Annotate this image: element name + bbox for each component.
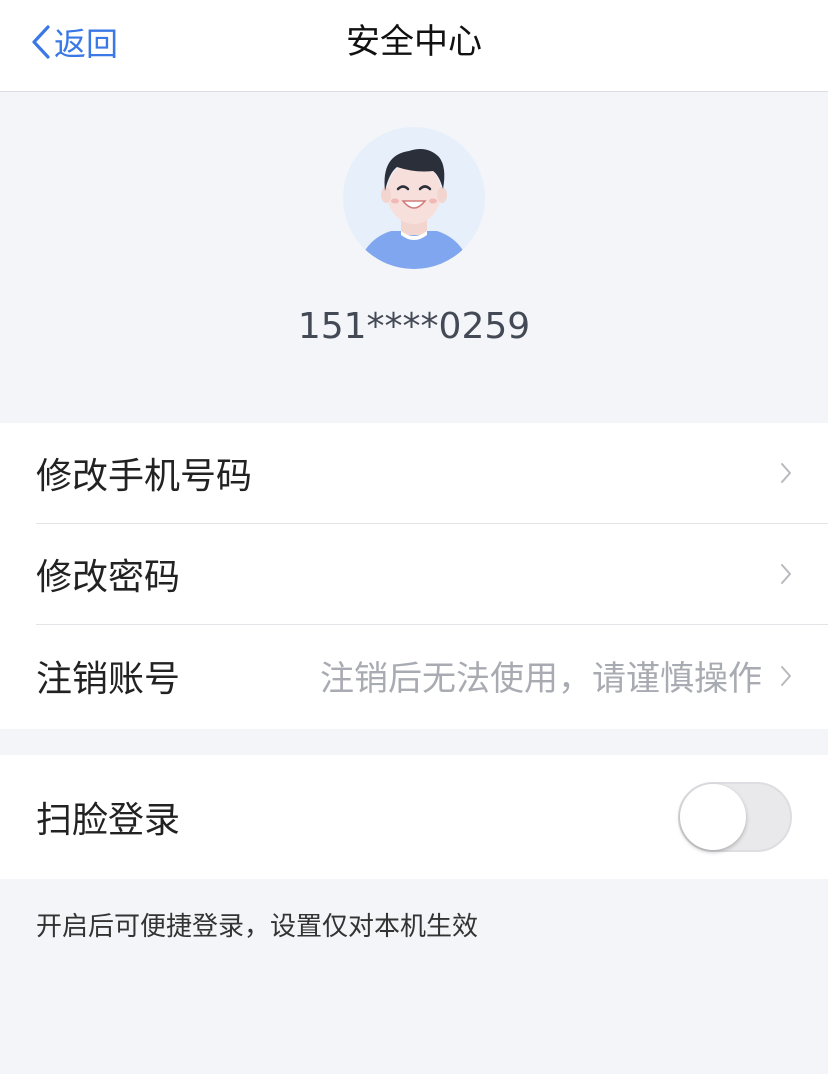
change-password-row[interactable]: 修改密码 xyxy=(36,524,828,625)
change-phone-row[interactable]: 修改手机号码 xyxy=(36,423,828,524)
page-title: 安全中心 xyxy=(346,22,482,62)
chevron-right-icon xyxy=(781,665,791,686)
face-login-label: 扫脸登录 xyxy=(36,800,181,841)
change-phone-label: 修改手机号码 xyxy=(36,456,253,497)
face-login-row: 扫脸登录 xyxy=(36,755,828,879)
account-settings-list: 修改手机号码 修改密码 注销账号 注销后无法使用，请谨慎操作 xyxy=(0,423,828,729)
face-login-note: 开启后可便捷登录，设置仅对本机生效 xyxy=(36,912,479,942)
delete-account-hint: 注销后无法使用，请谨慎操作 xyxy=(320,659,762,699)
profile-section: 151****0259 xyxy=(0,92,828,423)
user-avatar-icon xyxy=(357,149,471,269)
face-login-section: 扫脸登录 xyxy=(0,755,828,879)
masked-phone-number: 151****0259 xyxy=(297,306,531,347)
nav-bar: 返回 安全中心 xyxy=(0,0,828,92)
avatar xyxy=(343,127,485,269)
chevron-right-icon xyxy=(781,463,791,483)
change-password-label: 修改密码 xyxy=(36,557,181,598)
face-login-toggle[interactable] xyxy=(678,782,792,852)
delete-account-row[interactable]: 注销账号 注销后无法使用，请谨慎操作 xyxy=(36,625,828,726)
toggle-knob xyxy=(680,784,746,850)
delete-account-label: 注销账号 xyxy=(36,658,181,700)
chevron-right-icon xyxy=(781,564,791,584)
